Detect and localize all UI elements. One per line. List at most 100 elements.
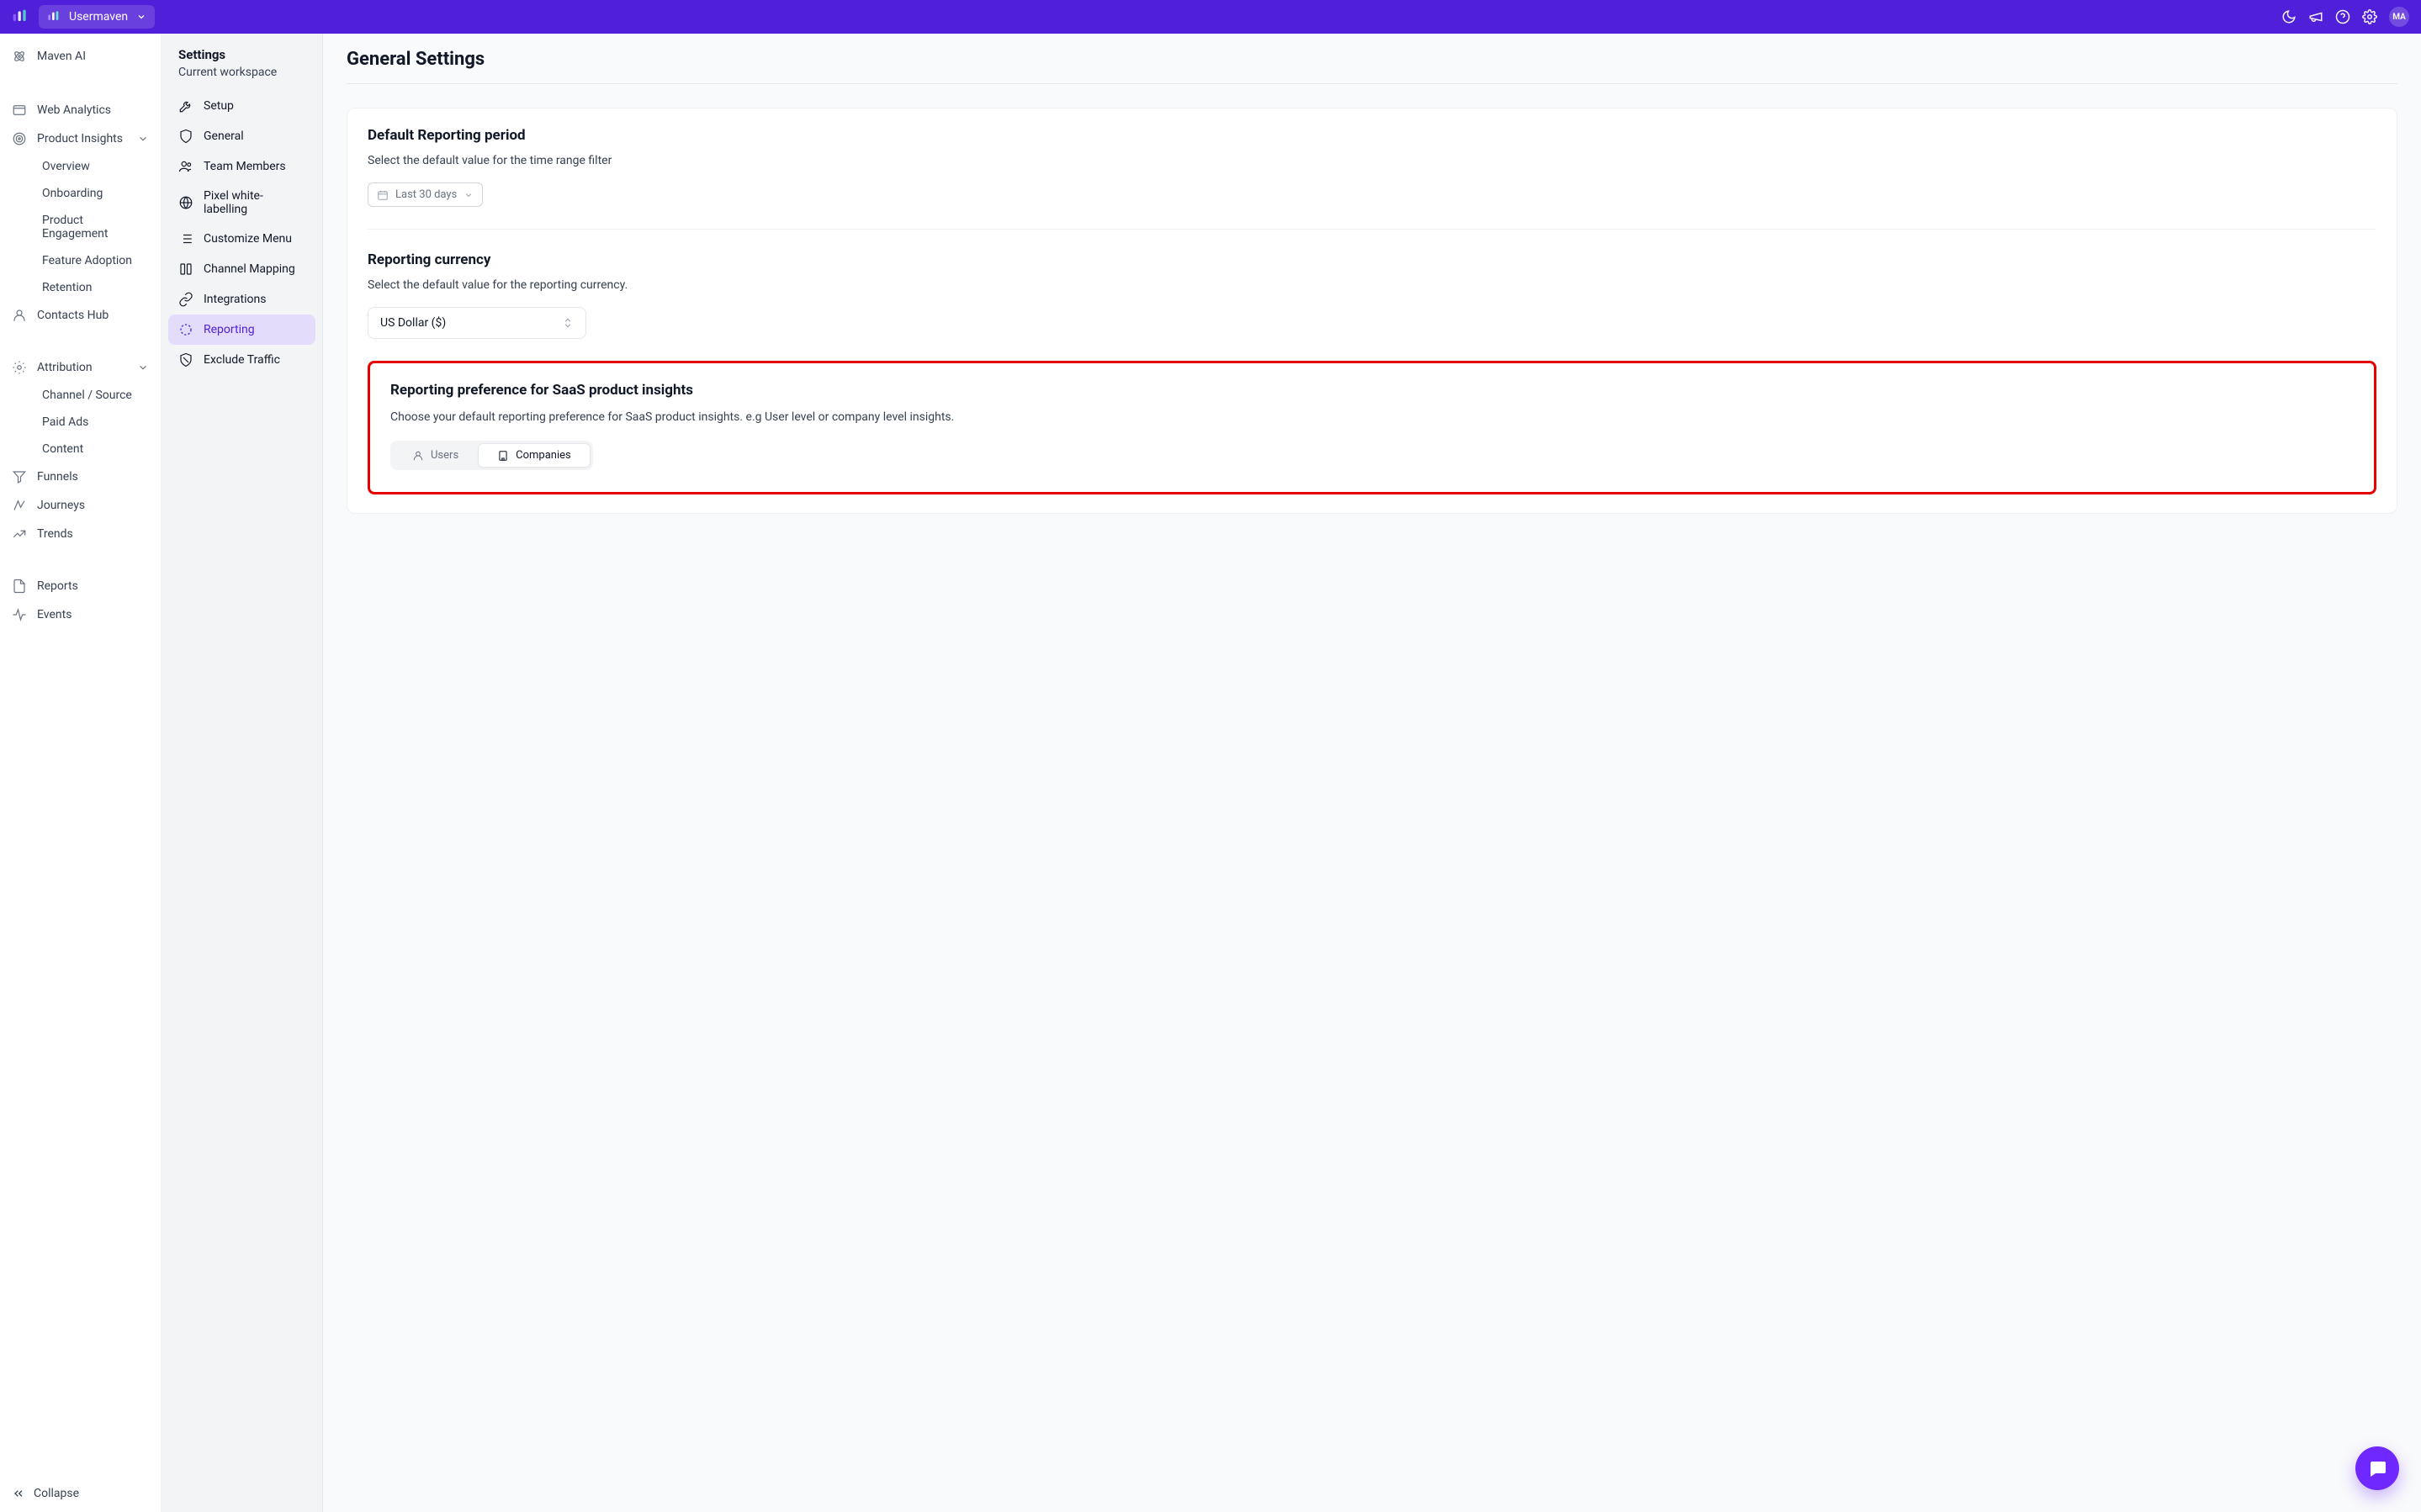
sidebar-subitem-content[interactable]: Content [37,436,161,463]
shield-off-icon [178,352,193,367]
sidebar-item-product-insights[interactable]: Product Insights [0,124,161,153]
wrench-icon [178,98,193,114]
settings-item-label: Channel Mapping [204,262,295,276]
reporting-period-select[interactable]: Last 30 days [368,182,483,207]
workspace-switcher[interactable]: Usermaven [39,5,155,29]
page-title: General Settings [347,49,2397,70]
chevron-down-icon [137,133,149,145]
topbar-actions: MA [2281,7,2409,27]
sidebar-item-label: Trends [37,527,73,541]
main-content: General Settings Default Reporting perio… [323,34,2421,1512]
settings-item-channel-mapping[interactable]: Channel Mapping [168,254,315,284]
gear-icon [2362,9,2377,24]
sidebar-item-trends[interactable]: Trends [0,520,161,548]
funnel-icon [12,469,27,484]
settings-title: Settings [168,45,315,66]
currency-value: US Dollar ($) [380,316,446,330]
settings-item-pixel-white-labelling[interactable]: Pixel white-labelling [168,182,315,224]
settings-item-label: Reporting [204,323,255,336]
sidebar-item-contacts-hub[interactable]: Contacts Hub [0,301,161,330]
megaphone-icon [2308,9,2323,24]
sidebar-item-label: Product Insights [37,132,123,145]
reporting-period-heading: Default Reporting period [368,127,2376,144]
sidebar-subitem-onboarding[interactable]: Onboarding [37,180,161,207]
people-icon [178,159,193,174]
preference-desc: Choose your default reporting preference… [390,410,2354,424]
chevron-down-icon [137,362,149,373]
settings-item-setup[interactable]: Setup [168,91,315,121]
browser-icon [12,103,27,118]
target-icon [12,131,27,146]
sidebar-item-funnels[interactable]: Funnels [0,463,161,491]
preference-option-label: Users [431,449,458,462]
chat-icon [2367,1458,2387,1478]
settings-item-label: Team Members [204,160,286,173]
pulse-icon [12,607,27,622]
settings-item-team-members[interactable]: Team Members [168,151,315,182]
collapse-sidebar-button[interactable]: Collapse [12,1487,149,1500]
sidebar-item-label: Events [37,608,72,621]
file-icon [12,579,27,594]
primary-sidebar: Maven AI Web Analytics Product Insights … [0,34,162,1512]
sidebar-subitem-channel-source[interactable]: Channel / Source [37,382,161,409]
sidebar-item-web-analytics[interactable]: Web Analytics [0,96,161,124]
chevron-down-icon [464,190,474,200]
sidebar-subitem-paid-ads[interactable]: Paid Ads [37,409,161,436]
route-icon [12,498,27,513]
preference-option-users[interactable]: Users [393,443,478,468]
reporting-period-desc: Select the default value for the time ra… [368,154,2376,167]
sidebar-item-events[interactable]: Events [0,600,161,629]
sidebar-subitem-feature-adoption[interactable]: Feature Adoption [37,247,161,274]
top-bar: Usermaven MA [0,0,2421,34]
settings-item-customize-menu[interactable]: Customize Menu [168,224,315,254]
settings-item-general[interactable]: General [168,121,315,151]
sidebar-item-label: Maven AI [37,50,86,63]
calendar-icon [377,189,389,201]
settings-item-label: General [204,130,244,143]
sidebar-item-label: Contacts Hub [37,309,109,322]
preference-option-label: Companies [516,449,571,462]
settings-item-exclude-traffic[interactable]: Exclude Traffic [168,345,315,375]
sidebar-item-label: Web Analytics [37,103,111,117]
settings-subtitle: Current workspace [168,66,315,91]
sidebar-subitem-retention[interactable]: Retention [37,274,161,301]
settings-item-integrations[interactable]: Integrations [168,284,315,315]
collapse-label: Collapse [34,1487,79,1500]
sidebar-item-reports[interactable]: Reports [0,572,161,600]
help-button[interactable] [2335,9,2350,24]
sidebar-subitem-overview[interactable]: Overview [37,153,161,180]
sidebar-item-maven-ai[interactable]: Maven AI [0,42,161,71]
link-icon [178,292,193,307]
sidebar-item-journeys[interactable]: Journeys [0,491,161,520]
theme-toggle[interactable] [2281,9,2297,24]
currency-select[interactable]: US Dollar ($) [368,307,586,339]
sidebar-item-label: Attribution [37,361,93,374]
app-logo [12,8,29,25]
chevrons-up-down-icon [562,317,574,329]
chevrons-left-icon [12,1487,25,1500]
sidebar-item-label: Funnels [37,470,78,484]
workspace-name: Usermaven [69,10,128,24]
user-icon [412,450,424,462]
globe-icon [178,195,193,210]
sidebar-item-attribution[interactable]: Attribution [0,353,161,382]
reporting-preference-section: Reporting preference for SaaS product in… [368,361,2376,494]
shield-icon [178,129,193,144]
user-avatar[interactable]: MA [2389,7,2409,27]
settings-item-label: Pixel white-labelling [204,189,305,216]
preference-heading: Reporting preference for SaaS product in… [390,382,2354,399]
chat-fab[interactable] [2355,1446,2399,1490]
settings-item-reporting[interactable]: Reporting [168,315,315,345]
sidebar-subitem-product-engagement[interactable]: Product Engagement [37,207,161,247]
divider [368,229,2376,230]
settings-button[interactable] [2362,9,2377,24]
announcements-button[interactable] [2308,9,2323,24]
columns-icon [178,262,193,277]
sidebar-item-label: Journeys [37,499,85,512]
gear-icon [12,360,27,375]
preference-option-companies[interactable]: Companies [478,443,591,468]
help-icon [2335,9,2350,24]
reporting-period-value: Last 30 days [395,188,457,201]
workspace-logo-icon [47,10,61,24]
dotted-circle-icon [178,322,193,337]
